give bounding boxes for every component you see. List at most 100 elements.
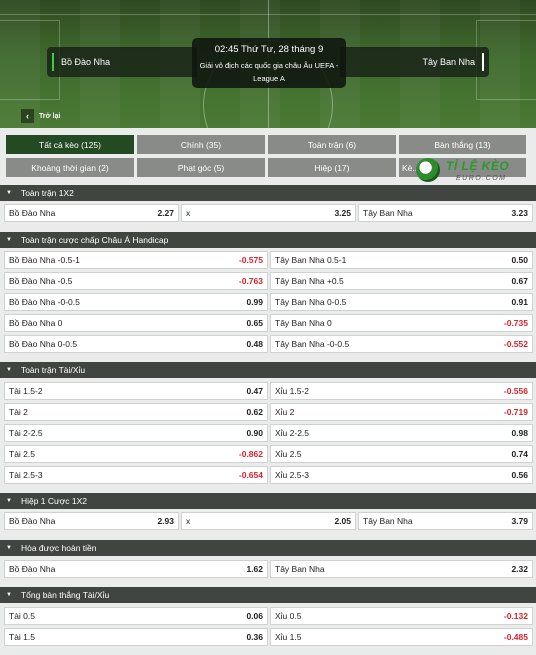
odds-cell[interactable]: Tây Ban Nha +0.5 0.67 (270, 272, 533, 290)
odds-cell[interactable]: Tài 2.5-3 -0.654 (4, 466, 268, 484)
market-title: Hòa được hoàn tiền (20, 543, 97, 553)
odds-value: 0.47 (246, 386, 263, 396)
tab-label: Chính (35) (180, 139, 222, 150)
odds-cell[interactable]: Xỉu 1.5 -0.485 (270, 628, 533, 646)
odds-label: Tài 2 (9, 407, 28, 417)
odds-label: Xỉu 2.5 (275, 449, 302, 459)
odds-cell[interactable]: Tây Ban Nha 3.23 (358, 204, 533, 222)
odds-value: 0.65 (246, 318, 263, 328)
market-header[interactable]: ▼ Toàn trận cược chấp Châu Á Handicap (0, 232, 536, 248)
logo-text: TỈ LỆ KÈO (446, 159, 510, 173)
odds-cell[interactable]: Xỉu 0.5 -0.132 (270, 607, 533, 625)
odds-value: -0.485 (503, 632, 528, 642)
odds-label: Xỉu 2 (275, 407, 295, 417)
odds-cell[interactable]: Xỉu 2.5 0.74 (270, 445, 533, 463)
league-name: Giải vô địch các quốc gia châu Âu UEFA -… (199, 61, 339, 83)
odds-cell[interactable]: Bồ Đào Nha -0.5 -0.763 (4, 272, 268, 290)
odds-cell[interactable]: Tài 2.5 -0.862 (4, 445, 268, 463)
tab-main[interactable]: Chính (35) (137, 135, 265, 154)
odds-cell[interactable]: Bồ Đào Nha 1.62 (4, 560, 268, 578)
odds-value: 2.93 (157, 516, 174, 526)
triangle-down-icon: ▼ (6, 237, 12, 243)
market-header[interactable]: ▼ Hòa được hoàn tiền (0, 540, 536, 556)
match-hero: Bồ Đào Nha Tây Ban Nha 02:45 Thứ Tư, 28 … (0, 0, 536, 128)
triangle-down-icon: ▼ (6, 190, 12, 196)
odds-value: -0.763 (238, 276, 263, 286)
odds-cell[interactable]: Tây Ban Nha 3.79 (358, 512, 533, 530)
match-time: 02:45 Thứ Tư, 28 tháng 9 (214, 44, 324, 55)
market-title: Toàn trận 1X2 (20, 188, 74, 198)
odds-cell[interactable]: Tây Ban Nha 0-0.5 0.91 (270, 293, 533, 311)
odds-value: 0.56 (511, 470, 528, 480)
triangle-down-icon: ▼ (6, 498, 12, 504)
odds-label: Tài 2-2.5 (9, 428, 43, 438)
odds-value: 0.90 (246, 428, 263, 438)
tab-full-match[interactable]: Toàn trận (6) (268, 135, 396, 154)
odds-value: -0.654 (238, 470, 263, 480)
odds-value: -0.556 (503, 386, 528, 396)
odds-cell[interactable]: Xỉu 1.5-2 -0.556 (270, 382, 533, 400)
odds-cell[interactable]: Tài 1.5 0.36 (4, 628, 268, 646)
odds-label: Tây Ban Nha 0.5-1 (275, 255, 347, 265)
back-button[interactable]: ‹ Trở lại (21, 109, 60, 123)
odds-value: 0.62 (246, 407, 263, 417)
tab-label: Toàn trận (6) (307, 139, 357, 150)
tab-time-period[interactable]: Khoảng thời gian (2) (6, 158, 134, 177)
odds-value: 3.79 (511, 516, 528, 526)
odds-label: Bồ Đào Nha -0-0.5 (9, 297, 80, 307)
odds-cell[interactable]: Bồ Đào Nha 2.93 (4, 512, 179, 530)
odds-cell[interactable]: x 2.05 (181, 512, 356, 530)
odds-value: 2.32 (511, 564, 528, 574)
football-icon (416, 158, 440, 182)
odds-value: -0.552 (503, 339, 528, 349)
odds-value: -0.862 (238, 449, 263, 459)
odds-cell[interactable]: Tây Ban Nha 2.32 (270, 560, 533, 578)
odds-cell[interactable]: Bồ Đào Nha 2.27 (4, 204, 179, 222)
odds-cell[interactable]: Tài 1.5-2 0.47 (4, 382, 268, 400)
odds-value: 0.50 (511, 255, 528, 265)
odds-value: 1.62 (246, 564, 263, 574)
odds-cell[interactable]: Tài 2-2.5 0.90 (4, 424, 268, 442)
market-header[interactable]: ▼ Tổng bàn thắng Tài/Xỉu (0, 587, 536, 603)
odds-label: Bồ Đào Nha (9, 516, 56, 526)
odds-cell[interactable]: Tây Ban Nha -0-0.5 -0.552 (270, 335, 533, 353)
odds-cell[interactable]: Xỉu 2.5-3 0.56 (270, 466, 533, 484)
odds-value: -0.735 (503, 318, 528, 328)
odds-cell[interactable]: Tây Ban Nha 0.5-1 0.50 (270, 251, 533, 269)
odds-cell[interactable]: Bồ Đào Nha 0-0.5 0.48 (4, 335, 268, 353)
odds-label: Xỉu 0.5 (275, 611, 302, 621)
odds-value: 0.67 (511, 276, 528, 286)
odds-label: Bồ Đào Nha -0.5 (9, 276, 73, 286)
odds-cell[interactable]: Tài 2 0.62 (4, 403, 268, 421)
match-info: 02:45 Thứ Tư, 28 tháng 9 Giải vô địch cá… (192, 38, 346, 88)
odds-cell[interactable]: Tài 0.5 0.06 (4, 607, 268, 625)
odds-value: 0.98 (511, 428, 528, 438)
odds-cell[interactable]: Xỉu 2 -0.719 (270, 403, 533, 421)
odds-cell[interactable]: Bồ Đào Nha 0 0.65 (4, 314, 268, 332)
odds-cell[interactable]: x 3.25 (181, 204, 356, 222)
market-header[interactable]: ▼ Toàn trận Tài/Xỉu (0, 362, 536, 378)
odds-cell[interactable]: Bồ Đào Nha -0-0.5 0.99 (4, 293, 268, 311)
odds-label: Bồ Đào Nha 0 (9, 318, 63, 328)
odds-label: Bồ Đào Nha (9, 208, 56, 218)
odds-label: Tài 1.5 (9, 632, 35, 642)
triangle-down-icon: ▼ (6, 592, 12, 598)
odds-cell[interactable]: Xỉu 2-2.5 0.98 (270, 424, 533, 442)
odds-label: Tây Ban Nha (275, 564, 325, 574)
odds-cell[interactable]: Bồ Đào Nha -0.5-1 -0.575 (4, 251, 268, 269)
market-header[interactable]: ▼ Toàn trận 1X2 (0, 185, 536, 201)
odds-label: Tây Ban Nha -0-0.5 (275, 339, 350, 349)
odds-label: Xỉu 2.5-3 (275, 470, 310, 480)
tab-all[interactable]: Tất cả kèo (125) (6, 135, 134, 154)
odds-value: 0.36 (246, 632, 263, 642)
market-title: Toàn trận Tài/Xỉu (20, 365, 86, 375)
tab-goals[interactable]: Bàn thắng (13) (399, 135, 526, 154)
tab-half[interactable]: Hiệp (17) (268, 158, 396, 177)
odds-value: 2.27 (157, 208, 174, 218)
odds-label: Xỉu 1.5 (275, 632, 302, 642)
odds-cell[interactable]: Tây Ban Nha 0 -0.735 (270, 314, 533, 332)
odds-label: Tây Ban Nha (363, 208, 413, 218)
odds-label: Tài 2.5-3 (9, 470, 43, 480)
market-header[interactable]: ▼ Hiệp 1 Cược 1X2 (0, 493, 536, 509)
tab-corners[interactable]: Phạt góc (5) (137, 158, 265, 177)
